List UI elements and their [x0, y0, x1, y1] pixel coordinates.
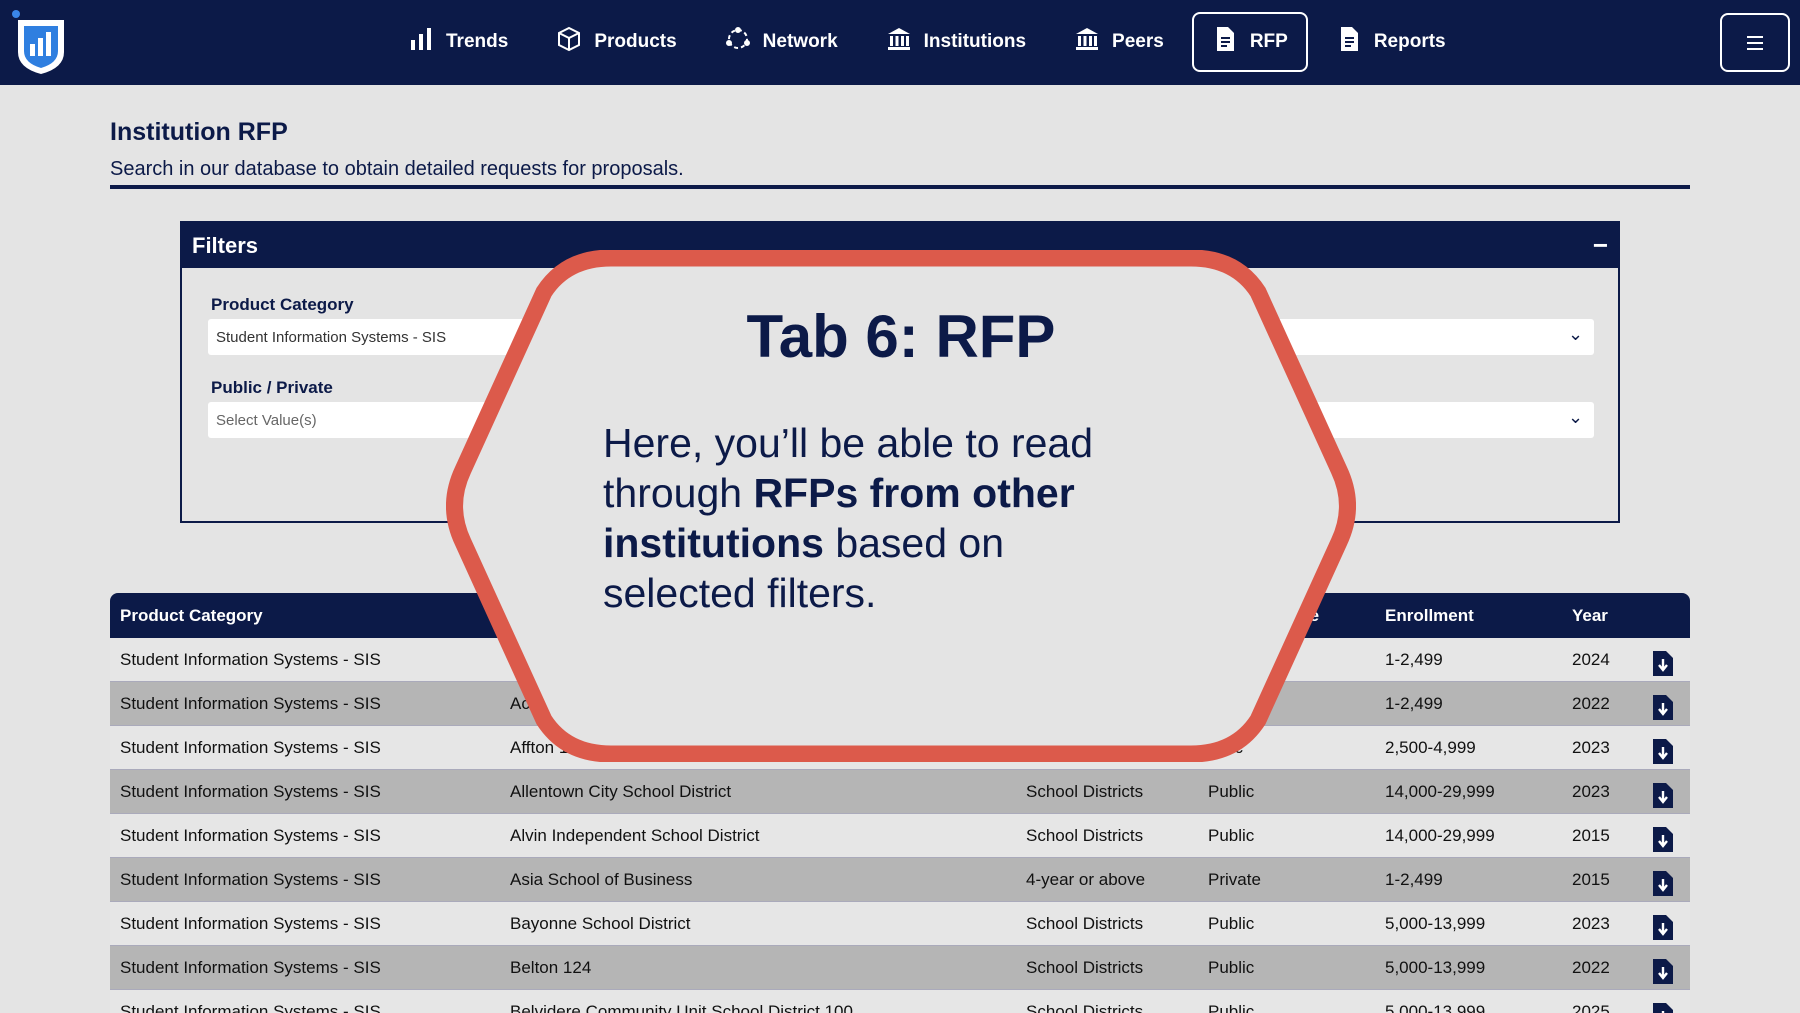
- cell-year: 2023: [1572, 914, 1610, 933]
- cell-category: Student Information Systems - SIS: [120, 870, 381, 889]
- header-product-category[interactable]: Product Category: [120, 606, 263, 626]
- nav-tab-label: Institutions: [923, 31, 1027, 52]
- nav-tab-label: Products: [594, 31, 677, 52]
- table-row[interactable]: Student Information Systems - SIS Asia Sc…: [110, 858, 1690, 902]
- header-enrollment[interactable]: Enrollment: [1385, 606, 1474, 626]
- download-document-icon[interactable]: [1652, 914, 1674, 941]
- cell-category: Student Information Systems - SIS: [120, 958, 381, 977]
- cell-year: 2022: [1572, 958, 1610, 977]
- network-icon: [725, 26, 763, 58]
- callout-title: Tab 6: RFP: [746, 303, 1056, 370]
- nav-tab-reports[interactable]: Reports: [1316, 12, 1466, 72]
- cell-type: School Districts: [1026, 826, 1144, 845]
- nav-tab-rfp[interactable]: RFP: [1191, 12, 1308, 72]
- cube-icon: [556, 26, 594, 58]
- cell-enrollment: 2,500-4,999: [1385, 738, 1476, 757]
- table-row[interactable]: Student Information Systems - SIS Alvin I…: [110, 814, 1690, 858]
- cell-type: School Districts: [1026, 1002, 1144, 1013]
- nav-tab-peers[interactable]: Peers: [1054, 12, 1184, 72]
- table-row[interactable]: Student Information Systems - SIS Belton …: [110, 946, 1690, 990]
- download-document-icon[interactable]: [1652, 694, 1674, 721]
- nav-tab-label: Reports: [1373, 31, 1446, 52]
- product-category-label: Product Category: [211, 295, 354, 314]
- cell-year: 2024: [1572, 650, 1610, 669]
- cell-institution: Alvin Independent School District: [510, 826, 760, 845]
- document-icon: [1336, 26, 1374, 58]
- download-document-icon[interactable]: [1652, 650, 1674, 677]
- document-icon: [1212, 26, 1250, 58]
- cell-category: Student Information Systems - SIS: [120, 738, 381, 757]
- bar-chart-icon: [408, 26, 446, 58]
- nav-tab-label: RFP: [1249, 31, 1288, 52]
- cell-type: School Districts: [1026, 914, 1144, 933]
- chevron-down-icon: ⌄: [1568, 324, 1584, 344]
- download-document-icon[interactable]: [1652, 826, 1674, 853]
- cell-year: 2023: [1572, 738, 1610, 757]
- chevron-down-icon: ⌄: [1568, 407, 1584, 427]
- cell-enrollment: 1-2,499: [1385, 650, 1443, 669]
- cell-enrollment: 14,000-29,999: [1385, 782, 1495, 801]
- filters-title: Filters: [192, 232, 259, 258]
- nav-tab-label: Network: [762, 31, 838, 52]
- cell-public: Public: [1208, 958, 1255, 977]
- page-title: Institution RFP: [110, 118, 288, 146]
- cell-category: Student Information Systems - SIS: [120, 826, 381, 845]
- nav-tab-trends[interactable]: Trends: [388, 12, 528, 72]
- cell-year: 2015: [1572, 870, 1610, 889]
- cell-public: Public: [1208, 782, 1255, 801]
- institution-icon: [1074, 26, 1112, 58]
- page-subtitle: Search in our database to obtain detaile…: [110, 158, 684, 180]
- callout-body: Here, you’ll be able to read through RFP…: [603, 418, 1163, 618]
- cell-institution: Belvidere Community Unit School District…: [510, 1002, 853, 1013]
- cell-category: Student Information Systems - SIS: [120, 650, 381, 669]
- nav-tab-label: Peers: [1112, 31, 1164, 52]
- cell-enrollment: 5,000-13,999: [1385, 958, 1486, 977]
- cell-type: School Districts: [1026, 958, 1144, 977]
- nav-tab-network[interactable]: Network: [705, 12, 858, 72]
- download-document-icon[interactable]: [1652, 1002, 1674, 1013]
- hamburger-icon: [1747, 35, 1763, 50]
- table-row[interactable]: Student Information Systems - SIS Bayonne…: [110, 902, 1690, 946]
- cell-category: Student Information Systems - SIS: [120, 782, 381, 801]
- cell-year: 2022: [1572, 694, 1610, 713]
- top-navbar: Trends Products Network Institutions Peers RF…: [0, 0, 1800, 85]
- public-private-label: Public / Private: [211, 378, 333, 397]
- cell-year: 2015: [1572, 826, 1610, 845]
- cell-category: Student Information Systems - SIS: [120, 914, 381, 933]
- cell-type: School Districts: [1026, 782, 1144, 801]
- app-logo[interactable]: [10, 8, 72, 76]
- hamburger-menu-button[interactable]: [1720, 13, 1790, 72]
- cell-public: Private: [1208, 870, 1261, 889]
- download-document-icon[interactable]: [1652, 870, 1674, 897]
- cell-type: 4-year or above: [1026, 870, 1146, 889]
- institution-icon: [886, 26, 924, 58]
- cell-enrollment: 1-2,499: [1385, 870, 1443, 889]
- nav-tab-products[interactable]: Products: [536, 12, 696, 72]
- nav-tab-label: Trends: [446, 31, 509, 52]
- header-year[interactable]: Year: [1572, 606, 1608, 626]
- cell-enrollment: 1-2,499: [1385, 694, 1443, 713]
- cell-enrollment: 14,000-29,999: [1385, 826, 1495, 845]
- table-row[interactable]: Student Information Systems - SIS Allento…: [110, 770, 1690, 814]
- cell-institution: Bayonne School District: [510, 914, 691, 933]
- cell-enrollment: 5,000-13,999: [1385, 914, 1486, 933]
- cell-public: Public: [1208, 826, 1255, 845]
- cell-year: 2025: [1572, 1002, 1610, 1013]
- table-row[interactable]: Student Information Systems - SIS Belvide…: [110, 990, 1690, 1013]
- cell-institution: Asia School of Business: [510, 870, 693, 889]
- cell-institution: Allentown City School District: [510, 782, 732, 801]
- cell-enrollment: 5,000-13,999: [1385, 1002, 1486, 1013]
- cell-public: Public: [1208, 914, 1255, 933]
- collapse-button[interactable]: −: [1593, 230, 1608, 261]
- cell-year: 2023: [1572, 782, 1610, 801]
- download-document-icon[interactable]: [1652, 958, 1674, 985]
- nav-tab-institutions[interactable]: Institutions: [866, 12, 1046, 72]
- cell-public: Public: [1208, 1002, 1255, 1013]
- download-document-icon[interactable]: [1652, 782, 1674, 809]
- title-divider: [110, 185, 1690, 189]
- download-document-icon[interactable]: [1652, 738, 1674, 765]
- cell-institution: Belton 124: [510, 958, 592, 977]
- cell-category: Student Information Systems - SIS: [120, 694, 381, 713]
- cell-category: Student Information Systems - SIS: [120, 1002, 381, 1013]
